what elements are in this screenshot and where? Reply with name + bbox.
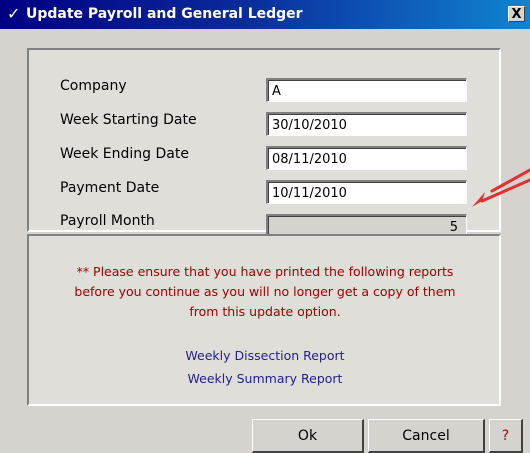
parameters-panel xyxy=(27,48,501,232)
close-icon: X xyxy=(511,7,522,22)
weekly-summary-report-link[interactable]: Weekly Summary Report xyxy=(40,371,490,386)
ok-button[interactable]: Ok xyxy=(252,419,364,453)
check-icon: ✓ xyxy=(7,4,21,23)
week-starting-date-field[interactable]: 30/10/2010 xyxy=(266,112,467,136)
update-payroll-dialog: ✓ Update Payroll and General Ledger X Co… xyxy=(0,0,530,453)
cancel-button[interactable]: Cancel xyxy=(368,419,485,453)
help-button[interactable]: ? xyxy=(489,419,523,453)
print-reports-warning: ** Please ensure that you have printed t… xyxy=(40,262,490,322)
week-ending-date-field[interactable]: 08/11/2010 xyxy=(266,146,467,170)
payment-date-field[interactable]: 10/11/2010 xyxy=(266,180,467,204)
week-ending-date-label: Week Ending Date xyxy=(60,146,189,162)
window-title: Update Payroll and General Ledger xyxy=(26,6,303,22)
warning-line-3: from this update option. xyxy=(189,304,341,319)
payment-date-label: Payment Date xyxy=(60,180,160,196)
weekly-dissection-report-link[interactable]: Weekly Dissection Report xyxy=(40,348,490,363)
title-bar[interactable]: ✓ Update Payroll and General Ledger X xyxy=(0,0,530,29)
warning-line-2: before you continue as you will no longe… xyxy=(74,284,456,299)
close-button[interactable]: X xyxy=(508,6,525,22)
week-starting-date-label: Week Starting Date xyxy=(60,112,197,128)
company-label: Company xyxy=(60,78,127,94)
payroll-month-label: Payroll Month xyxy=(60,213,155,229)
company-field[interactable]: A xyxy=(266,78,467,102)
warning-line-1: ** Please ensure that you have printed t… xyxy=(76,264,454,279)
